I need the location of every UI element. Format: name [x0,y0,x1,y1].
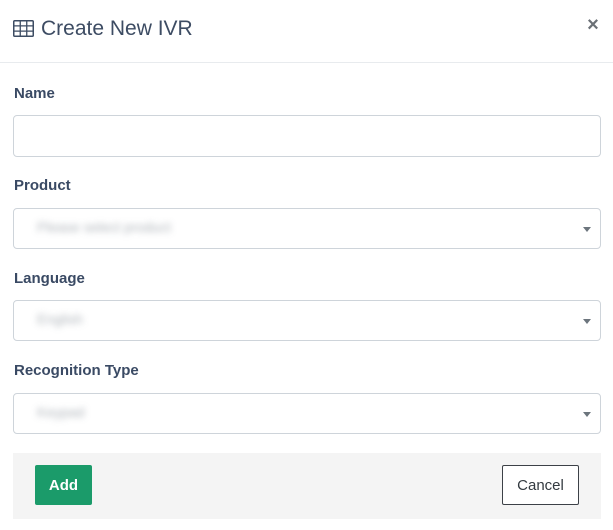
language-select[interactable]: English [13,300,601,341]
recognition-type-select-value: Keypad [37,404,85,420]
modal-footer: Add Cancel [13,453,601,519]
table-icon [13,20,34,37]
recognition-type-label: Recognition Type [14,362,139,379]
recognition-type-select[interactable]: Keypad [13,393,601,434]
caret-down-icon [583,319,591,324]
language-select-value: English [37,311,83,327]
caret-down-icon [583,412,591,417]
create-ivr-modal: Create New IVR × Name Product Please sel… [0,0,613,530]
close-icon[interactable]: × [585,15,601,35]
product-select-value: Please select product [37,219,171,235]
name-input[interactable] [13,115,601,157]
caret-down-icon [583,227,591,232]
cancel-button[interactable]: Cancel [502,465,579,505]
product-label: Product [14,177,71,194]
modal-header: Create New IVR × [0,0,613,63]
product-select[interactable]: Please select product [13,208,601,249]
language-label: Language [14,270,85,287]
modal-title: Create New IVR [41,17,193,40]
name-label: Name [14,85,55,102]
add-button[interactable]: Add [35,465,92,505]
